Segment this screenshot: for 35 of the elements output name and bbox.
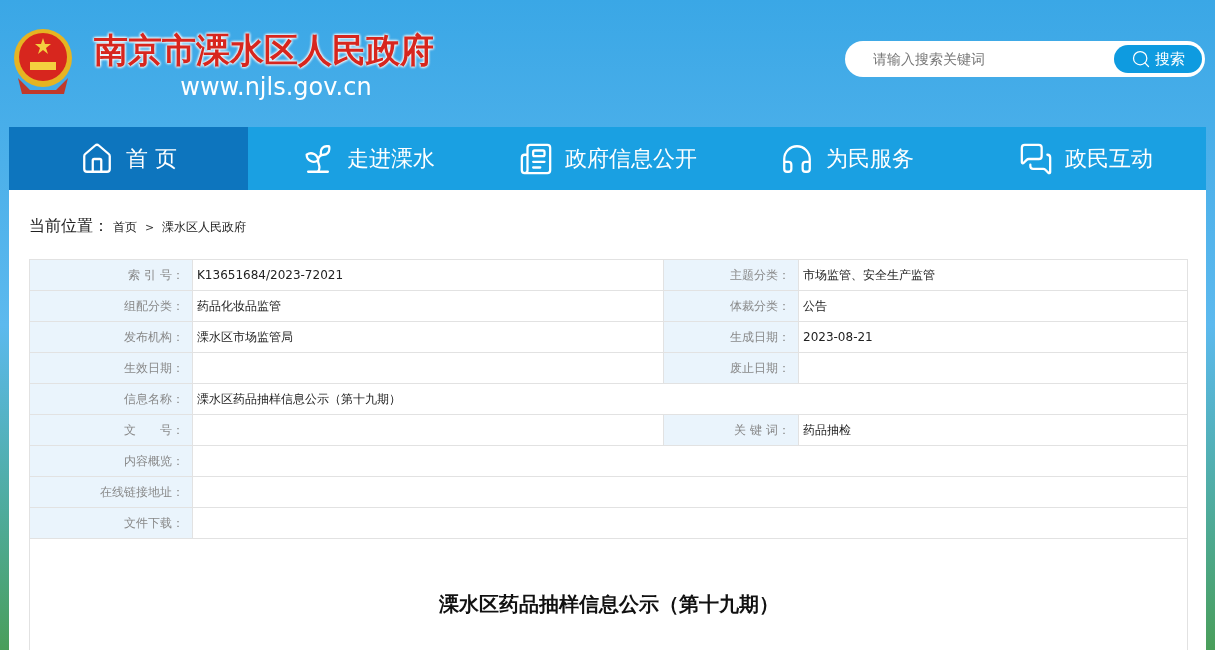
field-label: 文件下载： xyxy=(30,508,193,538)
site-url: www.njls.gov.cn xyxy=(180,72,372,102)
field-label: 信息名称： xyxy=(30,384,193,414)
field-label: 关 键 词： xyxy=(664,415,799,445)
field-label: 在线链接地址： xyxy=(30,477,193,507)
field-label: 文 号： xyxy=(30,415,193,445)
field-label: 废止日期： xyxy=(664,353,799,383)
search-field[interactable]: 请输入搜索关键词 搜索 xyxy=(845,41,1205,77)
field-label: 索 引 号： xyxy=(30,260,193,290)
field-value: 市场监管、安全生产监管 xyxy=(803,267,935,284)
field-label: 组配分类： xyxy=(30,291,193,321)
nav-tab[interactable]: 首 页 xyxy=(9,127,249,190)
field-value: 药品化妆品监管 xyxy=(197,298,281,315)
breadcrumb-link[interactable]: 溧水区人民政府 xyxy=(162,218,247,236)
field-label: 体裁分类： xyxy=(664,291,799,321)
breadcrumb-link[interactable]: 首页 xyxy=(113,218,137,236)
search-button[interactable]: 搜索 xyxy=(1114,45,1202,73)
field-label: 主题分类： xyxy=(664,260,799,290)
field-label: 生成日期： xyxy=(664,322,799,352)
document-icon xyxy=(518,141,553,176)
breadcrumb-separator: > xyxy=(145,220,155,236)
search-icon xyxy=(1131,49,1151,69)
article-title: 溧水区药品抽样信息公示（第十九期） xyxy=(438,591,779,618)
field-value: 2023-08-21 xyxy=(803,329,873,346)
field-label: 内容概览： xyxy=(30,446,193,476)
site-name: 南京市溧水区人民政府 xyxy=(94,29,434,72)
chat-bubbles-icon xyxy=(1019,141,1054,176)
field-value: 溧水区市场监管局 xyxy=(197,329,293,346)
field-value: K13651684/2023-72021 xyxy=(197,267,344,284)
field-label: 发布机构： xyxy=(30,322,193,352)
breadcrumb-label: 当前位置： xyxy=(29,215,109,237)
field-value: 公告 xyxy=(803,298,827,315)
field-value: 溧水区药品抽样信息公示（第十九期） xyxy=(197,391,401,408)
field-value: 药品抽检 xyxy=(803,422,851,439)
field-label: 生效日期： xyxy=(30,353,193,383)
